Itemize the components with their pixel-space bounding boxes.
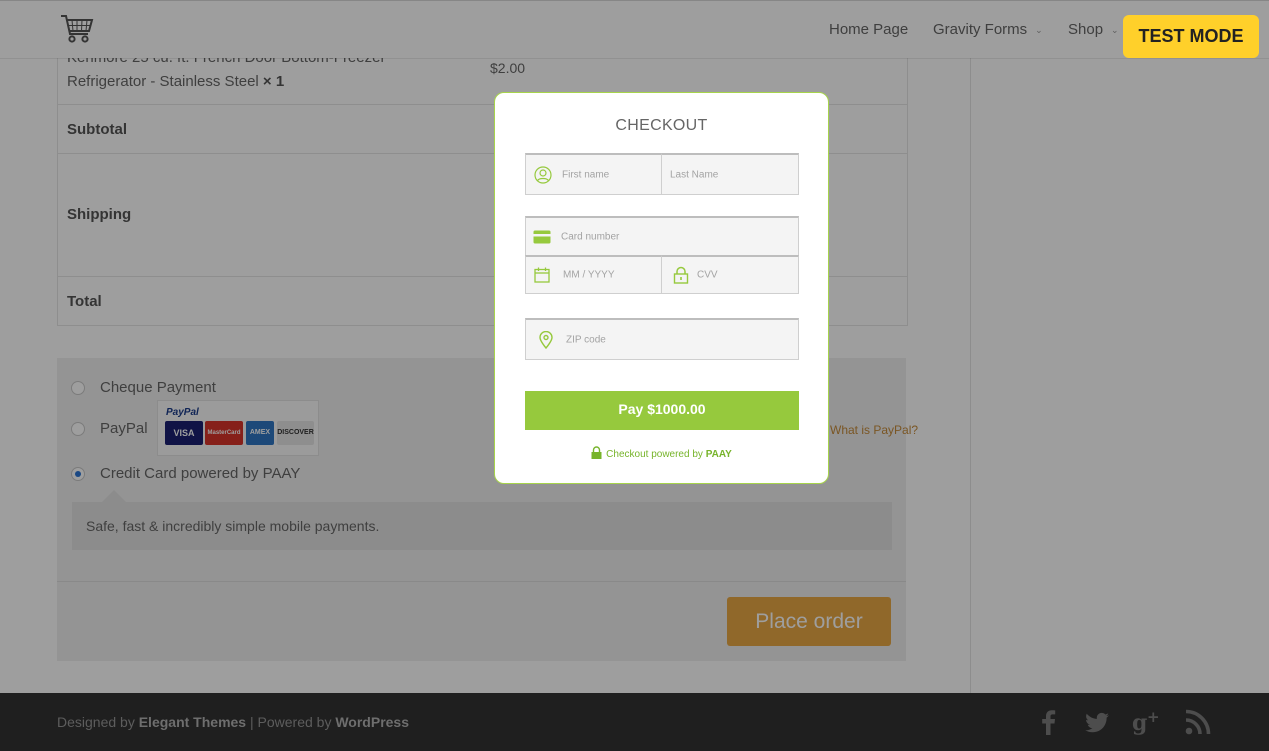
first-name-field[interactable]: First name xyxy=(525,153,662,195)
powered-by-text: Checkout powered by xyxy=(606,449,703,460)
modal-title: CHECKOUT xyxy=(615,117,708,134)
cvv-field[interactable]: CVV xyxy=(661,255,799,294)
card-number-placeholder: Card number xyxy=(561,231,620,242)
facebook-icon[interactable] xyxy=(1034,707,1064,737)
user-icon xyxy=(534,165,552,184)
zip-code-field[interactable]: ZIP code xyxy=(525,318,799,360)
paay-brand[interactable]: PAAY xyxy=(706,449,732,460)
svg-text:+: + xyxy=(1147,708,1160,726)
pay-button[interactable]: Pay $1000.00 xyxy=(525,391,799,430)
rss-icon[interactable] xyxy=(1183,707,1213,737)
expiry-placeholder: MM / YYYY xyxy=(563,269,615,281)
cvv-placeholder: CVV xyxy=(697,269,718,281)
footer-credits: Designed by Elegant Themes | Powered by … xyxy=(57,714,409,730)
location-pin-icon xyxy=(539,330,553,349)
footer-theme-link[interactable]: Elegant Themes xyxy=(139,714,246,730)
calendar-icon xyxy=(534,267,550,283)
footer-wordpress-link[interactable]: WordPress xyxy=(335,714,409,730)
powered-by-paay: Checkout powered by PAAY xyxy=(495,446,828,460)
last-name-placeholder: Last Name xyxy=(670,169,719,180)
zip-code-placeholder: ZIP code xyxy=(566,334,606,345)
test-mode-badge: TEST MODE xyxy=(1123,15,1259,58)
twitter-icon[interactable] xyxy=(1082,707,1112,737)
lock-icon xyxy=(673,266,689,284)
site-footer: Designed by Elegant Themes | Powered by … xyxy=(0,693,1269,751)
card-number-field[interactable]: Card number xyxy=(525,216,799,256)
svg-text:g: g xyxy=(1132,710,1147,736)
expiry-field[interactable]: MM / YYYY xyxy=(525,255,662,294)
first-name-placeholder: First name xyxy=(562,169,610,180)
checkout-modal: CHECKOUT First name Last Name Card numbe… xyxy=(494,92,829,484)
lock-icon xyxy=(591,446,602,459)
footer-designed-by: Designed by xyxy=(57,714,135,730)
footer-separator: | Powered by xyxy=(249,714,332,730)
last-name-field[interactable]: Last Name xyxy=(661,153,799,195)
credit-card-icon xyxy=(533,230,551,243)
google-plus-icon[interactable]: g + xyxy=(1132,707,1162,737)
